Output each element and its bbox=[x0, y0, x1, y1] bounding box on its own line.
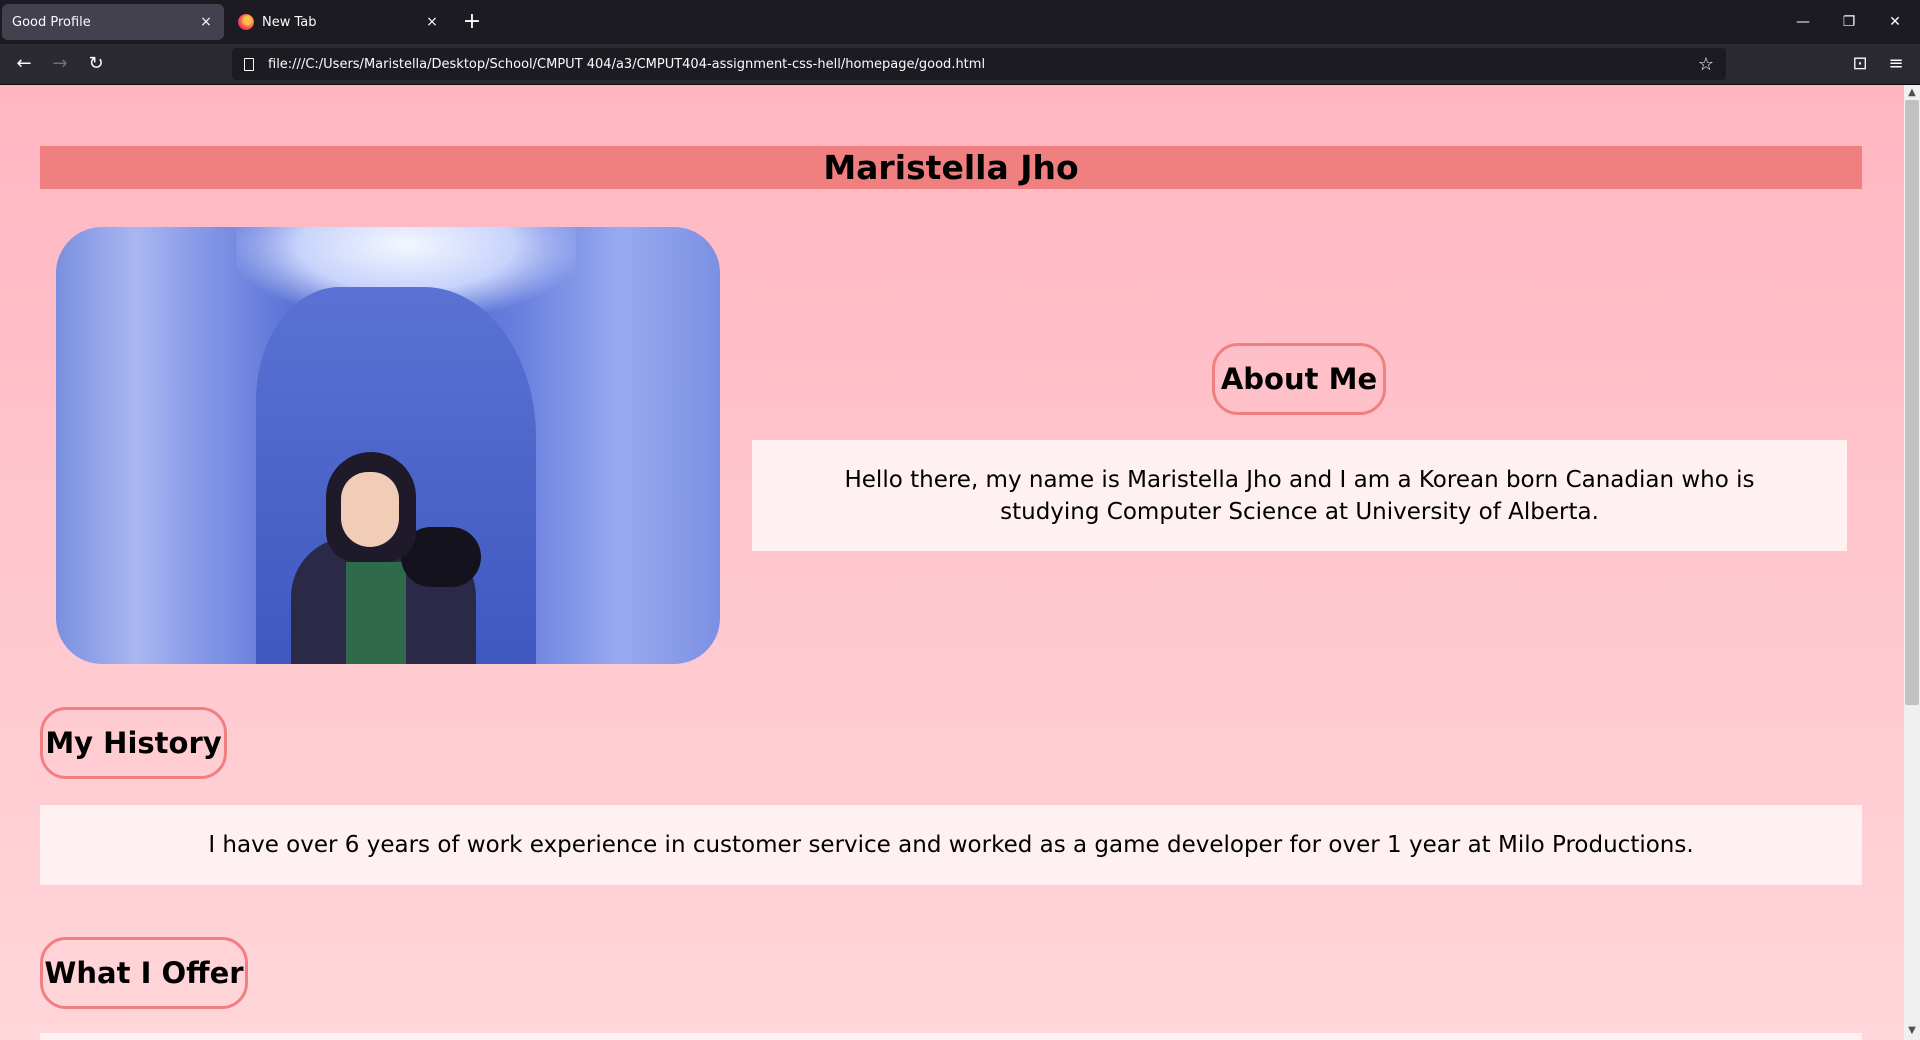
profile-photo bbox=[56, 227, 720, 664]
offer-heading: What I Offer bbox=[40, 937, 248, 1009]
close-icon[interactable]: × bbox=[424, 14, 440, 30]
tab-strip: Good Profile × New Tab × + — ❐ ✕ bbox=[0, 0, 1920, 44]
new-tab-button[interactable]: + bbox=[458, 8, 486, 36]
title-bar: Maristella Jho bbox=[40, 146, 1862, 189]
forward-button[interactable]: → bbox=[44, 48, 76, 80]
bookmark-star-icon[interactable]: ☆ bbox=[1698, 54, 1714, 75]
back-button[interactable]: ← bbox=[8, 48, 40, 80]
photo-person-shirt bbox=[346, 562, 406, 664]
tab-title: Good Profile bbox=[12, 14, 91, 30]
close-icon[interactable]: × bbox=[198, 14, 214, 30]
tab-good-profile[interactable]: Good Profile × bbox=[2, 4, 224, 40]
url-bar[interactable]: file:///C:/Users/Maristella/Desktop/Scho… bbox=[232, 48, 1726, 80]
tab-title: New Tab bbox=[262, 14, 317, 30]
scrollbar-thumb[interactable] bbox=[1905, 100, 1919, 705]
offer-text-box bbox=[40, 1033, 1862, 1040]
page-icon bbox=[244, 57, 254, 71]
about-text: Hello there, my name is Maristella Jho a… bbox=[752, 440, 1847, 551]
restore-button[interactable]: ❐ bbox=[1826, 0, 1872, 44]
firefox-icon bbox=[238, 14, 254, 30]
history-text: I have over 6 years of work experience i… bbox=[40, 805, 1862, 885]
page-title: Maristella Jho bbox=[823, 148, 1079, 187]
minimize-button[interactable]: — bbox=[1780, 0, 1826, 44]
page-viewport: Maristella Jho About Me Hello there, my … bbox=[0, 85, 1904, 1040]
navigation-toolbar: ← → ↻ file:///C:/Users/Maristella/Deskto… bbox=[0, 44, 1920, 85]
scroll-up-icon[interactable]: ▲ bbox=[1904, 86, 1920, 100]
menu-button[interactable]: ≡ bbox=[1880, 48, 1912, 80]
photo-person-face bbox=[341, 472, 399, 547]
about-heading: About Me bbox=[1212, 343, 1386, 415]
reload-button[interactable]: ↻ bbox=[80, 48, 112, 80]
history-heading: My History bbox=[40, 707, 227, 779]
window-close-button[interactable]: ✕ bbox=[1872, 0, 1918, 44]
tab-new-tab[interactable]: New Tab × bbox=[228, 4, 450, 40]
scroll-down-icon[interactable]: ▼ bbox=[1904, 1024, 1920, 1038]
pocket-button[interactable]: ⊡ bbox=[1844, 48, 1876, 80]
url-text[interactable]: file:///C:/Users/Maristella/Desktop/Scho… bbox=[268, 57, 1698, 72]
